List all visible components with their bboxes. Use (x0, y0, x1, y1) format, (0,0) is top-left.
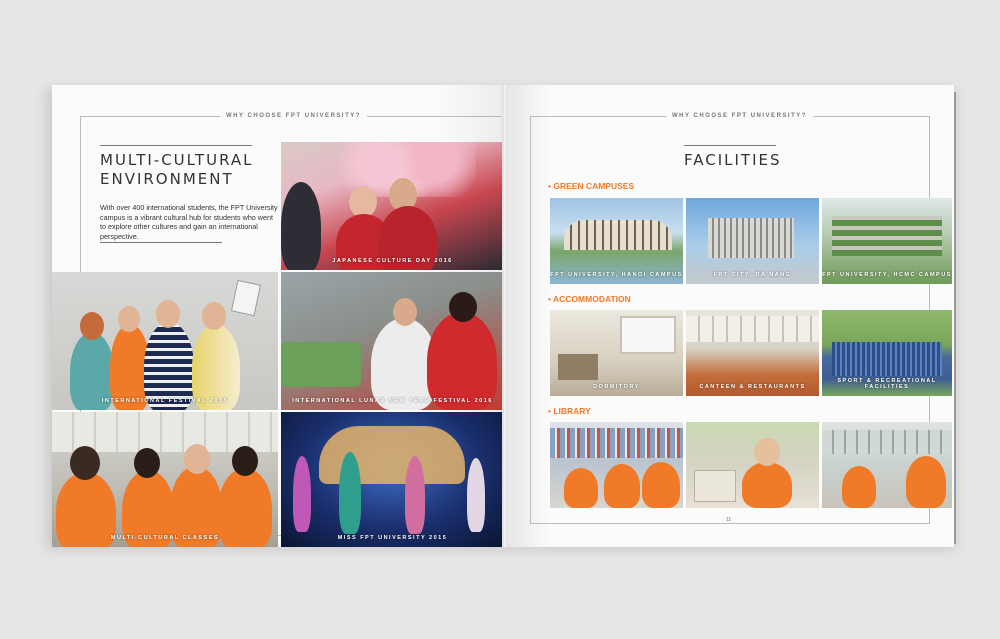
photo-caption: FPT CITY, DA NANG (713, 272, 792, 278)
person-shape (156, 300, 180, 328)
photo-caption: JAPANESE CULTURE DAY 2016 (332, 258, 453, 264)
photo-caption: DORMITORY (593, 384, 640, 390)
photo-miss-fpt-university: MISS FPT UNIVERSITY 2015 (281, 412, 504, 547)
section-label-accommodation: • ACCOMMODATION (548, 294, 631, 304)
title-rule (684, 145, 776, 146)
building-shape (564, 220, 672, 250)
bookshelf-shape (550, 428, 683, 458)
photo-canteen-restaurants: CANTEEN & RESTAURANTS (686, 310, 819, 396)
title-rule-top (100, 145, 252, 146)
flag-shape (230, 279, 262, 317)
person-shape (427, 312, 497, 410)
photo-caption: FPT UNIVERSITY, HANOI CAMPUS (550, 272, 683, 278)
photo-multi-cultural-classes: MULTI-CULTURAL CLASSES (52, 412, 278, 547)
photo-caption: INTERNATIONAL FESTIVAL 2015 (101, 398, 229, 404)
left-page-header: WHY CHOOSE FPT UNIVERSITY? (220, 113, 367, 119)
page-title: FACILITIES (684, 151, 782, 169)
photo-library-2 (686, 422, 819, 508)
photo-lunar-new-year-festival: INTERNATIONAL LUNAR NEW YEAR FESTIVAL 20… (281, 272, 504, 410)
person-shape (604, 464, 640, 508)
section-label-green-campuses: • GREEN CAMPUSES (548, 181, 635, 191)
person-shape (339, 452, 361, 534)
right-page: WHY CHOOSE FPT UNIVERSITY? FACILITIES • … (506, 85, 954, 547)
photo-dormitory: DORMITORY (550, 310, 683, 396)
person-shape (293, 456, 311, 532)
crowd-shape (832, 342, 942, 376)
person-shape (184, 444, 210, 474)
photo-caption: CANTEEN & RESTAURANTS (699, 384, 806, 390)
banh-chung-shape (281, 342, 361, 387)
person-shape (742, 462, 792, 508)
person-shape (564, 468, 598, 508)
window-shape (620, 316, 676, 354)
photo-caption: INTERNATIONAL LUNAR NEW YEAR FESTIVAL 20… (292, 398, 493, 404)
right-page-header: WHY CHOOSE FPT UNIVERSITY? (666, 113, 813, 119)
person-shape (144, 322, 194, 410)
person-shape (134, 448, 160, 478)
section-label-library: • LIBRARY (548, 406, 591, 416)
window-shape (686, 316, 819, 342)
person-shape (70, 446, 100, 480)
person-shape (393, 298, 417, 326)
photo-international-festival: INTERNATIONAL FESTIVAL 2015 (52, 272, 278, 410)
person-shape (754, 438, 780, 466)
title-rule-bottom (100, 242, 222, 243)
photo-fpt-city-da-nang: FPT CITY, DA NANG (686, 198, 819, 284)
photo-caption: MULTI-CULTURAL CLASSES (110, 535, 220, 541)
books-shape (694, 470, 736, 502)
person-shape (80, 312, 104, 340)
intro-paragraph: With over 400 international students, th… (100, 203, 278, 242)
person-shape (906, 456, 946, 508)
photo-hcmc-campus: FPT UNIVERSITY, HCMC CAMPUS (822, 198, 952, 284)
photo-caption: SPORT & RECREATIONAL FACILITIES (837, 378, 937, 390)
person-shape (118, 306, 140, 332)
building-shape (708, 218, 794, 258)
photo-sport-recreational-facilities: SPORT & RECREATIONAL FACILITIES (822, 310, 952, 396)
photo-library-3 (822, 422, 952, 508)
furniture-shape (558, 354, 598, 380)
person-shape (842, 466, 876, 508)
photo-caption: FPT UNIVERSITY, HCMC CAMPUS (822, 272, 952, 278)
photo-caption: MISS FPT UNIVERSITY 2015 (337, 535, 448, 541)
person-shape (642, 462, 680, 508)
page-title-line1: MULTI-CULTURAL (100, 151, 254, 169)
person-shape (405, 456, 425, 534)
person-shape (467, 458, 485, 532)
left-page: WHY CHOOSE FPT UNIVERSITY? MULTI-CULTURA… (52, 85, 504, 547)
person-shape (449, 292, 477, 322)
photo-hanoi-campus: FPT UNIVERSITY, HANOI CAMPUS (550, 198, 683, 284)
person-shape (281, 182, 321, 270)
photo-library-1 (550, 422, 683, 508)
page-title-line2: ENVIRONMENT (100, 170, 234, 188)
page-number: 11 (722, 517, 736, 523)
photo-japanese-culture-day: JAPANESE CULTURE DAY 2016 (281, 142, 504, 270)
building-shape (832, 216, 942, 256)
person-shape (202, 302, 226, 330)
person-shape (232, 446, 258, 476)
bookshelf-shape (822, 430, 952, 454)
